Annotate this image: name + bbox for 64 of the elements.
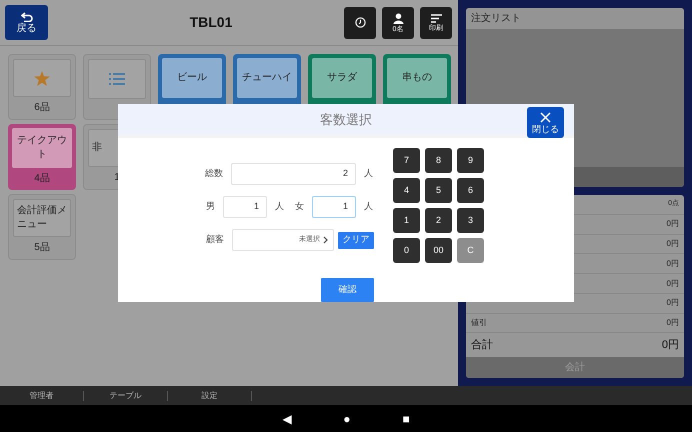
- bottom-tab[interactable]: 設定: [202, 390, 218, 402]
- item-count: 6品: [34, 101, 50, 115]
- item-count: 4品: [34, 172, 50, 186]
- item-count: 5品: [34, 241, 50, 255]
- nav-button[interactable]: ●: [343, 412, 350, 424]
- chevron-icon: [323, 236, 328, 244]
- category-label: サラダ: [326, 71, 358, 85]
- list-icon: [109, 73, 125, 85]
- clock-icon: [354, 17, 366, 28]
- row-value: 0円: [666, 278, 679, 290]
- category-tile[interactable]: テイクアウト 4品: [8, 124, 76, 190]
- row-value: 0円: [666, 297, 679, 310]
- close-button[interactable]: 閉じる: [527, 107, 564, 138]
- keypad-key[interactable]: 3: [457, 208, 484, 233]
- nav-button[interactable]: ◀: [282, 412, 292, 424]
- category-tile[interactable]: 6品: [8, 54, 76, 120]
- keypad-key[interactable]: 00: [425, 238, 452, 263]
- keypad-key[interactable]: 1: [393, 208, 420, 233]
- bottom-tab[interactable]: テーブル: [110, 390, 142, 402]
- row-value: 0円: [666, 218, 679, 230]
- keypad-key[interactable]: 2: [425, 208, 452, 233]
- row-value: 0円: [666, 258, 679, 270]
- keypad-key[interactable]: 0: [393, 238, 420, 263]
- category-tile[interactable]: 会計評価メニュー 5品: [8, 194, 76, 260]
- total-label: 合計: [471, 338, 493, 354]
- row-value: 0円: [666, 238, 679, 250]
- close-icon: [540, 112, 551, 122]
- keypad-key[interactable]: 4: [393, 178, 420, 203]
- field-label: 総数: [205, 167, 223, 180]
- clear-button[interactable]: クリア: [338, 232, 374, 248]
- keypad-key[interactable]: 7: [393, 148, 420, 173]
- category-label: テイクアウト: [16, 134, 68, 162]
- lines-icon: [430, 14, 442, 22]
- category-label: 串もの: [401, 71, 433, 85]
- unit-label: 人: [275, 200, 284, 214]
- keypad-key[interactable]: 8: [425, 148, 452, 173]
- panel-title: 注文リスト: [466, 8, 684, 29]
- nav-button[interactable]: ■: [402, 412, 410, 424]
- row-value: 0円: [666, 317, 679, 330]
- keypad-key[interactable]: 5: [425, 178, 452, 203]
- header-button[interactable]: [344, 6, 376, 38]
- confirm-button[interactable]: 確認: [321, 278, 374, 302]
- input-field[interactable]: 1: [312, 196, 356, 218]
- category-label: 非: [91, 141, 102, 155]
- field-label: 顧客: [206, 233, 224, 246]
- keypad-key[interactable]: 9: [457, 148, 484, 173]
- category-label: ビール: [176, 71, 208, 85]
- bottom-tab[interactable]: 管理者: [30, 390, 54, 402]
- unit-label: 人: [364, 167, 374, 180]
- keypad-key[interactable]: 6: [457, 178, 484, 203]
- input-field[interactable]: 1: [223, 196, 267, 218]
- unit-label: 人: [364, 200, 374, 214]
- field-label: 女: [295, 200, 304, 214]
- category-label: 会計評価メニュー: [16, 204, 68, 232]
- category-label: チューハイ: [241, 71, 293, 85]
- return-icon: [20, 12, 32, 22]
- input-field[interactable]: 2: [231, 163, 356, 185]
- back-button[interactable]: 戻る: [5, 5, 48, 40]
- field-label: 男: [206, 200, 215, 214]
- star-icon: [34, 70, 50, 86]
- row-label: 値引: [471, 317, 487, 330]
- screen-title: TBL01: [188, 13, 234, 32]
- total-value: 0円: [662, 338, 679, 354]
- person-icon: [392, 12, 404, 24]
